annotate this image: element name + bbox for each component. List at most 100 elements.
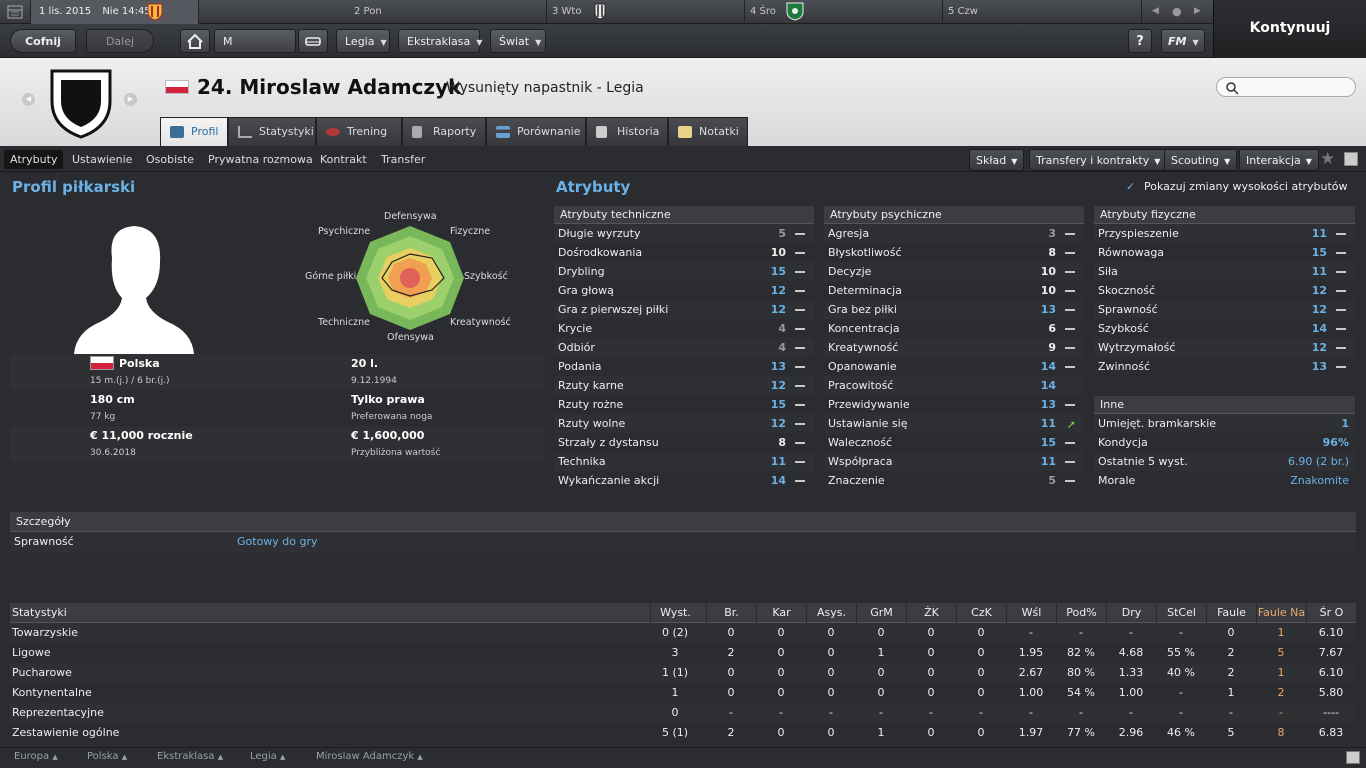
stats-column-header[interactable]: Pod% xyxy=(1056,603,1106,623)
calendar-today-icon[interactable]: ● xyxy=(1172,0,1182,23)
interaction-menu[interactable]: Interakcja ▼ xyxy=(1239,149,1319,171)
attribute-row[interactable]: Rzuty wolne 12 xyxy=(554,414,814,433)
search-input[interactable] xyxy=(1216,77,1356,97)
attribute-row[interactable]: Pracowitość 14 xyxy=(824,376,1084,395)
attribute-row[interactable]: Odbiór 4 xyxy=(554,338,814,357)
tab-statistics[interactable]: Statystyki xyxy=(228,117,316,146)
attribute-row[interactable]: Gra głową 12 xyxy=(554,281,814,300)
attribute-row[interactable]: Przyspieszenie 11 xyxy=(1094,224,1355,243)
forward-button[interactable]: Dalej xyxy=(86,29,154,53)
calendar-next-icon[interactable]: ▶ xyxy=(1194,0,1201,23)
league-menu[interactable]: Ekstraklasa ▼ xyxy=(398,29,482,53)
attribute-row[interactable]: Długie wyrzuty 5 xyxy=(554,224,814,243)
next-player-icon[interactable]: ▶ xyxy=(124,93,137,106)
attribute-row[interactable]: Opanowanie 14 xyxy=(824,357,1084,376)
stats-column-header[interactable]: StCel xyxy=(1156,603,1206,623)
attribute-row[interactable]: Koncentracja 6 xyxy=(824,319,1084,338)
attribute-row[interactable]: Błyskotliwość 8 xyxy=(824,243,1084,262)
shortlist-star-icon[interactable]: ★ xyxy=(1320,149,1335,169)
transfers-menu[interactable]: Transfery i kontrakty ▼ xyxy=(1029,149,1168,171)
prev-player-icon[interactable]: ◀ xyxy=(22,93,35,106)
breadcrumb-item[interactable]: Europa ▲ xyxy=(14,751,58,762)
calendar-day-2[interactable]: 2 Pon xyxy=(348,0,547,24)
calendar-today[interactable]: 1 lis. 2015 Nie 14:45 xyxy=(31,0,199,24)
attribute-row[interactable]: Waleczność 15 xyxy=(824,433,1084,452)
attribute-row[interactable]: Przewidywanie 13 xyxy=(824,395,1084,414)
subtab-positions[interactable]: Ustawienie xyxy=(66,150,138,169)
attribute-row[interactable]: Krycie 4 xyxy=(554,319,814,338)
tab-comparison[interactable]: Porównanie xyxy=(486,117,586,146)
world-menu[interactable]: Świat ▼ xyxy=(490,29,546,53)
subtab-contract[interactable]: Kontrakt xyxy=(314,150,373,169)
calendar-icon[interactable] xyxy=(0,0,31,24)
attribute-row[interactable]: Skoczność 12 xyxy=(1094,281,1355,300)
attribute-row[interactable]: Rzuty karne 12 xyxy=(554,376,814,395)
stats-column-header[interactable]: Faule Na xyxy=(1256,603,1306,623)
stats-column-header[interactable]: Br. xyxy=(706,603,756,623)
stats-column-header[interactable]: Wyst. xyxy=(650,603,700,623)
tab-profile[interactable]: Profil xyxy=(160,117,228,146)
attribute-row[interactable]: Współpraca 11 xyxy=(824,452,1084,471)
stats-column-header[interactable]: Kar xyxy=(756,603,806,623)
attribute-row[interactable]: Gra z pierwszej piłki 12 xyxy=(554,300,814,319)
help-button[interactable]: ? xyxy=(1128,29,1152,53)
tab-training[interactable]: Trening xyxy=(316,117,402,146)
home-button[interactable] xyxy=(180,29,210,53)
stats-column-header[interactable]: CzK xyxy=(956,603,1006,623)
attribute-row[interactable]: Ustawianie się 11 ➚ xyxy=(824,414,1084,433)
scouting-menu[interactable]: Scouting ▼ xyxy=(1164,149,1238,171)
tab-notes[interactable]: Notatki xyxy=(668,117,748,146)
attribute-row[interactable]: Dośrodkowania 10 xyxy=(554,243,814,262)
subtab-transfer[interactable]: Transfer xyxy=(375,150,431,169)
attribute-row[interactable]: Decyzje 10 xyxy=(824,262,1084,281)
stats-column-header[interactable]: Asys. xyxy=(806,603,856,623)
attribute-row[interactable]: Drybling 15 xyxy=(554,262,814,281)
calendar-day-5[interactable]: 5 Czw xyxy=(942,0,1142,24)
club-menu[interactable]: Legia ▼ xyxy=(336,29,390,53)
calendar-day-3[interactable]: 3 Wto xyxy=(546,0,745,24)
stats-column-header[interactable]: Dry xyxy=(1106,603,1156,623)
attribute-row[interactable]: Wytrzymałość 12 xyxy=(1094,338,1355,357)
stats-column-header[interactable]: Faule xyxy=(1206,603,1256,623)
attribute-row[interactable]: Technika 11 xyxy=(554,452,814,471)
attribute-row[interactable]: Determinacja 10 xyxy=(824,281,1084,300)
breadcrumb-item[interactable]: Polska ▲ xyxy=(87,751,127,762)
breadcrumb-item[interactable]: Legia ▲ xyxy=(250,751,285,762)
subtab-private-chat[interactable]: Prywatna rozmowa xyxy=(202,150,319,169)
calendar-prev-icon[interactable]: ◀ xyxy=(1152,0,1159,23)
squad-menu[interactable]: Skład ▼ xyxy=(969,149,1025,171)
fm-menu[interactable]: FM ▼ xyxy=(1161,29,1205,53)
stats-column-header[interactable]: Wśl xyxy=(1006,603,1056,623)
attribute-row[interactable]: Wykańczanie akcji 14 xyxy=(554,471,814,490)
stats-column-header[interactable]: Śr O xyxy=(1306,603,1356,623)
attribute-row[interactable]: Gra bez piłki 13 xyxy=(824,300,1084,319)
attribute-row[interactable]: Równowaga 15 xyxy=(1094,243,1355,262)
back-button[interactable]: Cofnij xyxy=(10,29,76,53)
show-changes-checkbox[interactable]: ✓ xyxy=(1126,181,1137,192)
attribute-row[interactable]: Rzuty rożne 15 xyxy=(554,395,814,414)
notes-icon[interactable] xyxy=(1344,152,1358,166)
inbox-button[interactable] xyxy=(298,29,328,53)
attribute-row[interactable]: Kreatywność 9 xyxy=(824,338,1084,357)
subtab-personal[interactable]: Osobiste xyxy=(140,150,200,169)
attribute-row[interactable]: Szybkość 14 xyxy=(1094,319,1355,338)
attribute-row[interactable]: Agresja 3 xyxy=(824,224,1084,243)
attribute-row[interactable]: Sprawność 12 xyxy=(1094,300,1355,319)
stats-column-header[interactable]: ŻK xyxy=(906,603,956,623)
attribute-row[interactable]: Siła 11 xyxy=(1094,262,1355,281)
tab-reports[interactable]: Raporty xyxy=(402,117,486,146)
attribute-row[interactable]: Strzały z dystansu 8 xyxy=(554,433,814,452)
stats-column-header[interactable]: GrM xyxy=(856,603,906,623)
breadcrumb-item[interactable]: Ekstraklasa ▲ xyxy=(157,751,223,762)
continue-button[interactable]: Kontynuuj xyxy=(1213,0,1366,58)
attribute-row[interactable]: Znaczenie 5 xyxy=(824,471,1084,490)
calendar-day-4[interactable]: 4 Śro xyxy=(744,0,943,24)
details-label: Sprawność xyxy=(14,535,74,548)
manager-menu[interactable]: M Kovalsky▼ xyxy=(214,29,296,72)
attribute-row[interactable]: Zwinność 13 xyxy=(1094,357,1355,376)
window-icon[interactable] xyxy=(1346,751,1360,764)
attribute-row[interactable]: Podania 13 xyxy=(554,357,814,376)
breadcrumb-item[interactable]: Miroslaw Adamczyk ▲ xyxy=(316,751,423,762)
subtab-attributes[interactable]: Atrybuty xyxy=(4,150,64,169)
tab-history[interactable]: Historia xyxy=(586,117,668,146)
